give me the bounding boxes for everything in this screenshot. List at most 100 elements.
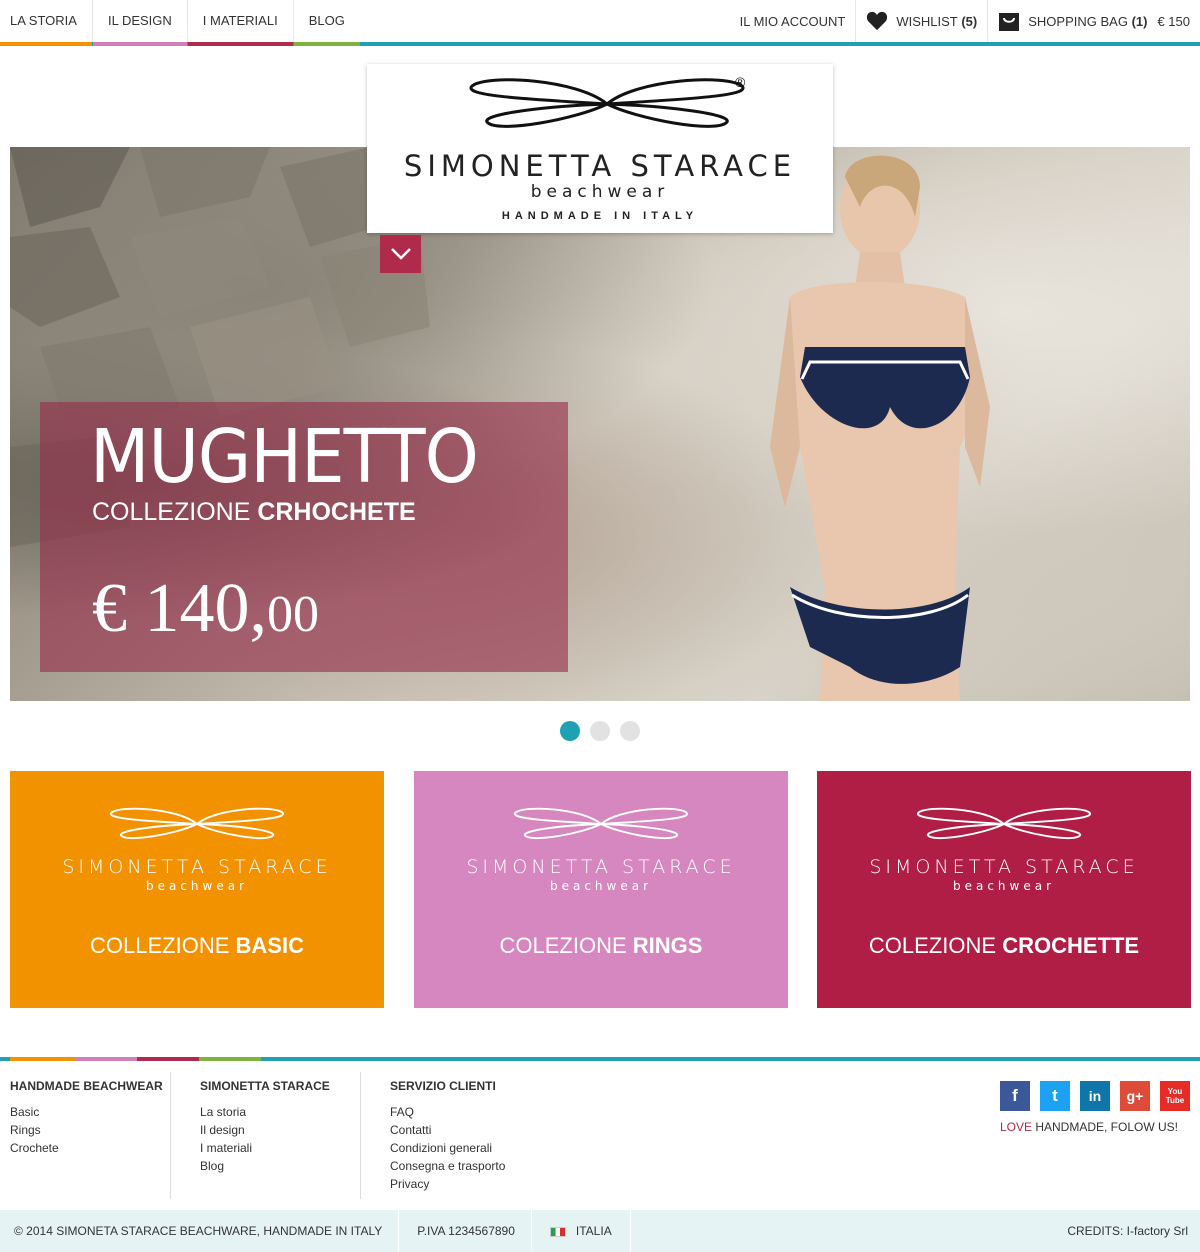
shopping-bag-icon [998,10,1020,32]
collection-name: RINGS [632,933,703,958]
collection-label: COLLEZIONE BASIC [10,933,384,959]
nav-item-blog[interactable]: BLOG [293,0,360,46]
collection-rings-card[interactable]: SIMONETTA STARACE beachwear COLEZIONE RI… [414,771,788,1008]
love-word: LOVE [999,1120,1032,1134]
google-plus-icon[interactable]: g+ [1120,1081,1150,1111]
promo-collection-name: CRHOCHETE [257,498,416,526]
brand-logo[interactable]: ® SIMONETTA STARACE beachwear HANDMADE I… [367,64,833,233]
footer-accent [137,1057,199,1061]
facebook-glyph: f [1012,1086,1018,1105]
registered-mark: ® [735,74,746,90]
collection-brand-sub: beachwear [952,879,1056,893]
footer-link-consegna[interactable]: Consegna e trasporto [390,1157,590,1175]
slider-dot-2[interactable] [590,721,610,741]
twitter-glyph: t [1052,1086,1058,1105]
country-label: ITALIA [575,1224,612,1238]
brand-tagline: HANDMADE IN ITALY [501,210,699,222]
facebook-icon[interactable]: f [1000,1081,1030,1111]
brand-subtitle: beachwear [530,182,670,202]
footer-link-privacy[interactable]: Privacy [390,1175,590,1193]
vat-number: P.IVA 1234567890 [399,1210,532,1252]
top-navigation: LA STORIA IL DESIGN I MATERIALI BLOG IL … [0,0,1200,46]
collection-label: COLEZIONE RINGS [414,933,788,959]
brand-name: SIMONETTA STARACE [403,149,797,183]
footer-accent-strip [10,1057,261,1061]
nav-accent [92,42,187,46]
social-links: f t in g+ You Tube [1000,1081,1190,1111]
youtube-glyph: You Tube [1165,1087,1185,1105]
follow-us-text: LOVE HANDMADE, FOLOW US! [1000,1120,1178,1134]
collection-basic-card[interactable]: SIMONETTA STARACE beachwear COLLEZIONE B… [10,771,384,1008]
footer-link-rings[interactable]: Rings [10,1121,170,1139]
nav-label: BLOG [308,13,345,28]
footer-column-handmade: HANDMADE BEACHWEAR Basic Rings Crochete [10,1072,171,1199]
footer-link-blog[interactable]: Blog [200,1157,360,1175]
slider-pagination [560,721,640,741]
collections-grid: SIMONETTA STARACE beachwear COLLEZIONE B… [10,771,1191,1008]
butterfly-logo-icon [513,807,689,840]
footer-column-title: SIMONETTA STARACE [200,1079,330,1093]
main-menu: LA STORIA IL DESIGN I MATERIALI BLOG [0,0,360,46]
nav-label: I MATERIALI [202,13,278,28]
linkedin-glyph: in [1088,1088,1102,1104]
promo-title: MUGHETTO [90,414,479,500]
nav-item-i-materiali[interactable]: I MATERIALI [187,0,294,46]
collection-brand-name: SIMONETTA STARACE [869,856,1139,878]
footer-accent [75,1057,137,1061]
footer-link-i-materiali[interactable]: I materiali [200,1139,360,1157]
my-account-link[interactable]: IL MIO ACCOUNT [730,0,857,42]
credits-link[interactable]: CREDITS: I-factory Srl [1067,1210,1188,1252]
footer-link-basic[interactable]: Basic [10,1103,170,1121]
twitter-icon[interactable]: t [1040,1081,1070,1111]
italy-flag-icon [549,1226,566,1237]
promo-price: € 140,00 [92,574,319,644]
footer-column-title: HANDMADE BEACHWEAR [10,1079,163,1093]
footer-link-contatti[interactable]: Contatti [390,1121,590,1139]
wishlist-link[interactable]: WISHLIST (5) [856,0,989,42]
bag-total: € 150 [1157,13,1190,29]
promo-box[interactable]: MUGHETTO COLLEZIONE CRHOCHETE € 140,00 [40,402,568,672]
google-plus-glyph: g+ [1126,1088,1144,1104]
collection-prefix: COLLEZIONE [90,933,230,958]
slider-dot-1[interactable] [560,721,580,741]
heart-icon [866,11,888,31]
wishlist-count: (5) [961,13,978,29]
footer-column-service: SERVIZIO CLIENTI FAQ Contatti Condizioni… [390,1072,590,1199]
country-selector[interactable]: ITALIA [532,1210,631,1252]
collection-crochette-card[interactable]: SIMONETTA STARACE beachwear COLEZIONE CR… [817,771,1191,1008]
linkedin-icon[interactable]: in [1080,1081,1110,1111]
user-menu: IL MIO ACCOUNT WISHLIST (5) SHOPPING BAG… [730,0,1200,42]
footer-column-title: SERVIZIO CLIENTI [390,1079,496,1093]
my-account-label: IL MIO ACCOUNT [739,13,846,29]
collection-name: BASIC [235,933,304,958]
scroll-down-button[interactable] [380,235,421,273]
youtube-icon[interactable]: You Tube [1160,1081,1190,1111]
chevron-down-icon [390,248,411,260]
footer-link-faq[interactable]: FAQ [390,1103,590,1121]
wishlist-label: WISHLIST [896,13,958,29]
footer-link-crochete[interactable]: Crochete [10,1139,170,1157]
collection-brand-sub: beachwear [145,879,249,893]
nav-accent [293,42,360,46]
footer-link-condizioni[interactable]: Condizioni generali [390,1139,590,1157]
collection-name: CROCHETTE [1002,933,1140,958]
nav-item-il-design[interactable]: IL DESIGN [92,0,188,46]
butterfly-logo-icon [109,807,285,840]
copyright: © 2014 SIMONETA STARACE BEACHWARE, HANDM… [0,1210,400,1252]
footer-accent [199,1057,261,1061]
nav-accent [0,42,92,46]
footer-link-la-storia[interactable]: La storia [200,1103,360,1121]
footer-link-il-design[interactable]: Il design [200,1121,360,1139]
bottom-bar: © 2014 SIMONETA STARACE BEACHWARE, HANDM… [0,1210,1200,1252]
promo-price-main: € 140, [92,570,267,647]
footer-accent [10,1057,75,1061]
follow-us-rest: HANDMADE, FOLOW US! [1031,1120,1178,1134]
footer-column-brand: SIMONETTA STARACE La storia Il design I … [200,1072,361,1199]
bag-count: (1) [1131,13,1148,29]
slider-dot-3[interactable] [620,721,640,741]
collection-brand-name: SIMONETTA STARACE [466,856,736,878]
nav-label: IL DESIGN [107,13,172,28]
shopping-bag-link[interactable]: SHOPPING BAG (1) € 150 [988,0,1200,42]
nav-item-la-storia[interactable]: LA STORIA [0,0,93,46]
nav-label: LA STORIA [10,13,77,28]
